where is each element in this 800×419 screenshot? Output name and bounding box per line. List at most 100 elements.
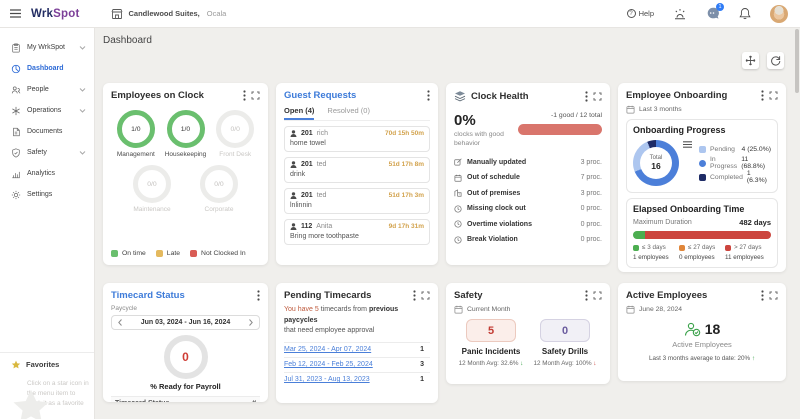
guest-request-item[interactable]: 201 rich 70d 15h 50m home towel bbox=[284, 126, 430, 152]
move-icon bbox=[745, 55, 756, 66]
favorites-hint: Click on a star icon in the menu item to… bbox=[27, 379, 89, 409]
card-guest-requests: Guest Requests Open (4) Resolved (0) 201 bbox=[276, 83, 438, 265]
page-title: Dashboard bbox=[103, 35, 800, 46]
paycycle-label: Paycycle bbox=[111, 305, 260, 312]
favorites-section: Favorites Click on a star icon in the me… bbox=[0, 352, 94, 419]
kebab-menu-icon[interactable] bbox=[761, 90, 764, 101]
storefront-icon bbox=[111, 8, 123, 20]
help-button[interactable]: Help bbox=[627, 9, 654, 18]
safety-drills-stat: 0 Safety Drills 12 Month Avg: 100% ↓ bbox=[528, 319, 602, 367]
sidebar-nav: My WrkSpot Dashboard People Operations D… bbox=[0, 28, 95, 419]
top-bar: WrkSpot Candlewood Suites, Ocala Help 1 bbox=[0, 0, 800, 28]
tab-open[interactable]: Open (4) bbox=[284, 106, 314, 120]
sidebar-item-operations[interactable]: Operations bbox=[0, 100, 94, 121]
expand-icon[interactable] bbox=[251, 91, 260, 100]
card-title: Pending Timecards bbox=[284, 290, 408, 301]
notifications-button[interactable] bbox=[739, 7, 751, 20]
card-title[interactable]: Guest Requests bbox=[284, 90, 422, 101]
metric-row: Overtime violations0 proc. bbox=[454, 217, 602, 233]
refresh-button[interactable] bbox=[767, 52, 784, 69]
kebab-menu-icon[interactable] bbox=[243, 90, 246, 101]
calendar-icon bbox=[626, 305, 635, 314]
calendar-icon bbox=[626, 105, 635, 114]
guest-request-item[interactable]: 201 ted 51d 17h 8m drink bbox=[284, 157, 430, 183]
panic-incidents-value: 5 bbox=[466, 319, 516, 342]
card-safety: Safety Current Month 5 Panic Incidents bbox=[446, 283, 610, 384]
elapsed-segment-0 bbox=[633, 231, 645, 239]
paycycle-range: Jun 03, 2024 - Jun 16, 2024 bbox=[122, 319, 249, 326]
user-avatar[interactable] bbox=[770, 5, 788, 23]
layers-icon bbox=[454, 90, 466, 102]
completed-swatch bbox=[699, 174, 706, 181]
kebab-menu-icon[interactable] bbox=[427, 90, 430, 101]
paycycle-link[interactable]: Mar 25, 2024 - Apr 07, 2024 bbox=[284, 346, 420, 353]
onboarding-donut-chart: Total 16 bbox=[633, 140, 679, 186]
metric-row: Manually updated3 proc. bbox=[454, 155, 602, 171]
star-icon bbox=[11, 360, 21, 370]
expand-icon[interactable] bbox=[769, 291, 778, 300]
timecard-status-table-header: Timecard Status # bbox=[111, 396, 260, 402]
expand-icon[interactable] bbox=[593, 291, 602, 300]
sidebar-item-safety[interactable]: Safety bbox=[0, 142, 94, 163]
chart-menu-icon[interactable] bbox=[683, 141, 692, 148]
card-employees-on-clock: Employees on Clock 1/0 Management 1/0 bbox=[103, 83, 268, 265]
ring-front-desk: 0/0 Front Desk bbox=[210, 110, 260, 158]
tab-resolved[interactable]: Resolved (0) bbox=[327, 106, 370, 120]
paycycle-selector[interactable]: Jun 03, 2024 - Jun 16, 2024 bbox=[111, 315, 260, 330]
elapsed-segment-2 bbox=[645, 231, 772, 239]
request-age: 70d 15h 50m bbox=[385, 130, 424, 137]
trend-up-icon: ↑ bbox=[752, 355, 755, 362]
card-title: Employee Onboarding bbox=[626, 90, 756, 101]
trend-down-icon: ↓ bbox=[593, 360, 596, 367]
chat-button[interactable]: 1 bbox=[706, 7, 720, 20]
refresh-icon bbox=[770, 55, 781, 66]
sidebar-item-documents[interactable]: Documents bbox=[0, 121, 94, 142]
schedule-icon bbox=[454, 174, 462, 182]
person-check-icon bbox=[684, 322, 701, 337]
next-paycycle-icon[interactable] bbox=[249, 319, 253, 326]
le-27-days-swatch bbox=[679, 245, 685, 251]
kebab-menu-icon[interactable] bbox=[585, 91, 588, 102]
sidebar-item-analytics[interactable]: Analytics bbox=[0, 163, 94, 184]
pending-message: You have 5 timecards from previous paycy… bbox=[284, 305, 430, 337]
active-employees-count: 18 bbox=[705, 321, 721, 337]
sidebar-item-dashboard[interactable]: Dashboard bbox=[0, 58, 94, 79]
guest-request-item[interactable]: 201 ted 51d 17h 3m lnlinnin bbox=[284, 188, 430, 214]
on-time-swatch bbox=[111, 250, 118, 257]
kebab-menu-icon[interactable] bbox=[257, 290, 260, 301]
app-logo: WrkSpot bbox=[31, 8, 79, 20]
guest-request-item[interactable]: 112 Anita 9d 17h 31m Bring more toothpas… bbox=[284, 219, 430, 245]
onboarding-legend: Pending4 (25.0%) In Progress11 (68.8%) C… bbox=[699, 142, 771, 184]
active-employees-label: Active Employees bbox=[626, 340, 778, 349]
page-scrollbar[interactable] bbox=[795, 29, 799, 93]
expand-icon[interactable] bbox=[421, 291, 430, 300]
expand-icon[interactable] bbox=[769, 91, 778, 100]
settings-icon bbox=[11, 190, 21, 200]
property-selector[interactable]: Candlewood Suites, Ocala bbox=[111, 8, 226, 20]
paycycle-link[interactable]: Jul 31, 2023 - Aug 13, 2023 bbox=[284, 376, 420, 383]
chevron-down-icon bbox=[79, 46, 86, 50]
panic-alert-button[interactable] bbox=[673, 8, 687, 20]
le-3-days-swatch bbox=[633, 245, 639, 251]
expand-icon[interactable] bbox=[593, 92, 602, 101]
pending-row: Feb 12, 2024 - Feb 25, 2024 3 bbox=[284, 357, 430, 372]
sidebar-item-settings[interactable]: Settings bbox=[0, 184, 94, 205]
clock-icon bbox=[454, 205, 462, 213]
arrange-widgets-button[interactable] bbox=[742, 52, 759, 69]
paycycle-link[interactable]: Feb 12, 2024 - Feb 25, 2024 bbox=[284, 361, 420, 368]
not-clocked-in-swatch bbox=[190, 250, 197, 257]
kebab-menu-icon[interactable] bbox=[761, 290, 764, 301]
pending-row: Jul 31, 2023 - Aug 13, 2023 1 bbox=[284, 372, 430, 387]
card-title: Active Employees bbox=[626, 290, 756, 301]
hamburger-menu-icon[interactable] bbox=[10, 9, 21, 18]
card-title[interactable]: Timecard Status bbox=[111, 290, 252, 301]
ring-corporate: 0/0 Corporate bbox=[200, 165, 238, 213]
onboarding-period: Last 3 months bbox=[639, 106, 682, 113]
onboarding-progress-title: Onboarding Progress bbox=[633, 125, 771, 135]
card-title: Clock Health bbox=[471, 91, 580, 102]
clock-health-bar bbox=[518, 124, 602, 135]
sidebar-item-my-wrkspot[interactable]: My WrkSpot bbox=[0, 37, 94, 58]
kebab-menu-icon[interactable] bbox=[585, 290, 588, 301]
kebab-menu-icon[interactable] bbox=[413, 290, 416, 301]
sidebar-item-people[interactable]: People bbox=[0, 79, 94, 100]
